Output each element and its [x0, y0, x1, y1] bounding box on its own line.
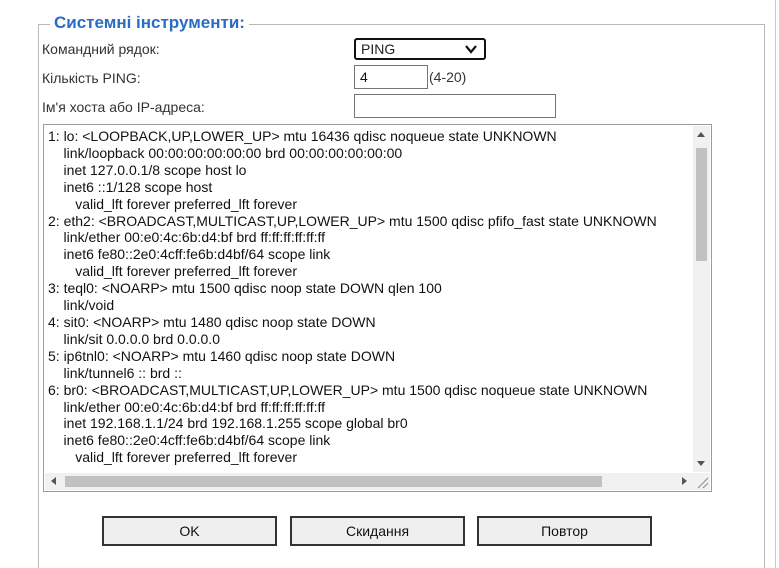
- chevron-down-icon: [465, 45, 477, 54]
- output-line: 6: br0: <BROADCAST,MULTICAST,UP,LOWER_UP…: [48, 381, 648, 398]
- host-input[interactable]: [354, 94, 556, 118]
- ok-button[interactable]: OK: [102, 516, 277, 546]
- output-line: inet 192.168.1.1/24 brd 192.168.1.255 sc…: [48, 415, 408, 432]
- output-line: 1: lo: <LOOPBACK,UP,LOWER_UP> mtu 16436 …: [48, 128, 557, 144]
- output-line: inet 127.0.0.1/8 scope host lo: [48, 161, 247, 178]
- output-line: 2: eth2: <BROADCAST,MULTICAST,UP,LOWER_U…: [48, 212, 657, 229]
- output-line: inet6 ::1/128 scope host: [48, 178, 213, 195]
- output-line: 3: teql0: <NOARP> mtu 1500 qdisc noop st…: [48, 280, 442, 297]
- output-line: link/ether 00:e0:4c:6b:d4:bf brd ff:ff:f…: [48, 398, 326, 415]
- resize-grip[interactable]: [693, 473, 710, 490]
- output-line: 4: sit0: <NOARP> mtu 1480 qdisc noop sta…: [48, 313, 376, 330]
- vertical-scroll-thumb[interactable]: [696, 148, 707, 261]
- scroll-up-arrow-icon[interactable]: [697, 132, 705, 137]
- vertical-scrollbar[interactable]: [693, 126, 710, 472]
- command-select[interactable]: PING: [354, 38, 486, 60]
- repeat-button[interactable]: Повтор: [477, 516, 652, 546]
- output-line: valid_lft forever preferred_lft forever: [48, 449, 297, 466]
- scroll-left-arrow-icon[interactable]: [51, 477, 56, 485]
- ping-count-range: (4-20): [429, 69, 467, 85]
- output-line: link/loopback 00:00:00:00:00:00 brd 00:0…: [48, 144, 403, 161]
- output-line: inet6 fe80::2e0:4cff:fe6b:d4bf/64 scope …: [48, 432, 331, 449]
- ping-count-label: Кількість PING:: [42, 70, 141, 86]
- output-line: valid_lft forever preferred_lft forever: [48, 195, 297, 212]
- output-text: 1: lo: <LOOPBACK,UP,LOWER_UP> mtu 16436 …: [48, 128, 688, 468]
- reset-button[interactable]: Скидання: [290, 516, 465, 546]
- output-textarea[interactable]: 1: lo: <LOOPBACK,UP,LOWER_UP> mtu 16436 …: [43, 124, 712, 492]
- output-line: 5: ip6tnl0: <NOARP> mtu 1460 qdisc noop …: [48, 347, 396, 364]
- command-label: Командний рядок:: [42, 41, 160, 57]
- horizontal-scroll-thumb[interactable]: [65, 476, 602, 487]
- command-select-value: PING: [361, 41, 396, 57]
- output-line: link/void: [48, 297, 115, 314]
- scroll-down-arrow-icon[interactable]: [697, 461, 705, 466]
- horizontal-scrollbar[interactable]: [45, 473, 693, 490]
- page-edge-divider: [775, 0, 776, 568]
- output-line: link/tunnel6 :: brd ::: [48, 364, 182, 381]
- resize-grip-icon: [697, 477, 709, 489]
- output-line: valid_lft forever preferred_lft forever: [48, 263, 297, 280]
- scroll-right-arrow-icon[interactable]: [682, 477, 687, 485]
- host-label: Ім'я хоста або IP-адреса:: [42, 99, 205, 115]
- output-line: inet6 fe80::2e0:4cff:fe6b:d4bf/64 scope …: [48, 246, 331, 263]
- output-line: link/sit 0.0.0.0 brd 0.0.0.0: [48, 330, 220, 347]
- section-title: Системні інструменти:: [50, 13, 249, 33]
- output-line: link/ether 00:e0:4c:6b:d4:bf brd ff:ff:f…: [48, 229, 326, 246]
- ping-count-input[interactable]: [354, 65, 428, 89]
